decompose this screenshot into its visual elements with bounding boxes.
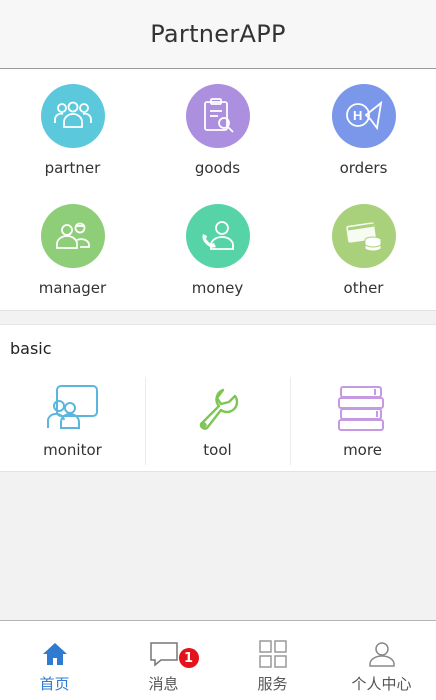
message-icon: 1 xyxy=(149,639,199,669)
app-header: PartnerAPP xyxy=(0,0,436,69)
grid-item-partner[interactable]: partner xyxy=(0,69,145,189)
page-title: PartnerAPP xyxy=(150,20,286,48)
bottom-tab-bar: 首页 1 消息 服务 个人中心 xyxy=(0,620,436,700)
basic-section-header: basic xyxy=(0,324,436,372)
unread-badge: 1 xyxy=(178,648,199,668)
basic-item-label: tool xyxy=(203,441,232,459)
tab-label: 个人中心 xyxy=(351,675,412,693)
goods-icon xyxy=(185,84,250,148)
tab-label: 服务 xyxy=(257,675,288,693)
money-icon xyxy=(185,204,250,268)
section-title: basic xyxy=(10,339,52,358)
home-icon xyxy=(40,639,70,669)
basic-grid: monitor tool more xyxy=(0,371,436,472)
tab-label: 首页 xyxy=(39,675,70,693)
basic-item-label: monitor xyxy=(43,441,102,459)
grid-item-orders[interactable]: H orders xyxy=(291,69,436,189)
user-icon xyxy=(367,639,397,669)
monitor-icon xyxy=(45,383,101,433)
basic-item-label: more xyxy=(343,441,382,459)
grid-item-goods[interactable]: goods xyxy=(145,69,290,189)
tab-home[interactable]: 首页 xyxy=(0,621,109,700)
grid-item-manager[interactable]: manager xyxy=(0,189,145,309)
books-icon xyxy=(335,383,391,433)
feature-grid: partner goods H orders manager money oth… xyxy=(0,69,436,311)
grid-item-label: partner xyxy=(44,159,101,177)
tab-profile[interactable]: 个人中心 xyxy=(327,621,436,700)
grid-icon xyxy=(258,639,288,669)
basic-item-tool[interactable]: tool xyxy=(145,371,290,471)
grid-item-money[interactable]: money xyxy=(145,189,290,309)
grid-item-label: goods xyxy=(194,159,241,177)
tab-label: 消息 xyxy=(148,675,179,693)
grid-item-label: money xyxy=(191,279,244,297)
partner-icon xyxy=(40,84,105,148)
grid-item-other[interactable]: other xyxy=(291,189,436,309)
tab-services[interactable]: 服务 xyxy=(218,621,327,700)
grid-item-label: other xyxy=(343,279,384,297)
basic-item-monitor[interactable]: monitor xyxy=(0,371,145,471)
wrench-icon xyxy=(190,383,246,433)
svg-text:H: H xyxy=(353,108,362,123)
grid-item-label: orders xyxy=(339,159,388,177)
tab-messages[interactable]: 1 消息 xyxy=(109,621,218,700)
basic-item-more[interactable]: more xyxy=(290,371,435,471)
orders-icon: H xyxy=(331,84,396,148)
manager-icon xyxy=(40,204,105,268)
other-icon xyxy=(331,204,396,268)
grid-item-label: manager xyxy=(38,279,107,297)
